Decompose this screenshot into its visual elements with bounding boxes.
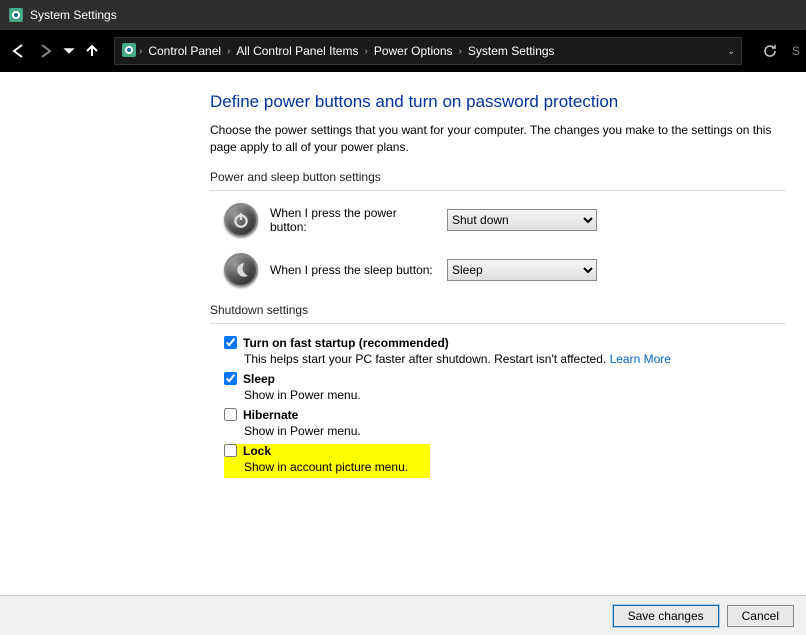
- hibernate-checkbox[interactable]: [224, 408, 237, 421]
- address-history-dropdown[interactable]: ⌄: [727, 46, 735, 57]
- section-shutdown-title: Shutdown settings: [210, 303, 786, 317]
- chevron-right-icon: ›: [364, 46, 367, 57]
- back-button[interactable]: [6, 39, 30, 63]
- fast-startup-label: Turn on fast startup (recommended): [243, 336, 449, 350]
- chevron-right-icon: ›: [459, 46, 462, 57]
- hibernate-row: Hibernate Show in Power menu.: [224, 408, 786, 440]
- sleep-button-label: When I press the sleep button:: [270, 263, 435, 277]
- sleep-button-row: When I press the sleep button: Sleep: [224, 253, 786, 287]
- fast-startup-row: Turn on fast startup (recommended) This …: [224, 336, 786, 368]
- sleep-row: Sleep Show in Power menu.: [224, 372, 786, 404]
- sleep-sub: Show in Power menu.: [244, 386, 786, 404]
- cancel-button[interactable]: Cancel: [727, 605, 794, 627]
- titlebar: System Settings: [0, 0, 806, 30]
- lock-sub: Show in account picture menu.: [244, 458, 408, 476]
- lock-checkbox[interactable]: [224, 444, 237, 457]
- address-bar[interactable]: › Control Panel › All Control Panel Item…: [114, 37, 742, 65]
- hibernate-label: Hibernate: [243, 408, 298, 422]
- sleep-label: Sleep: [243, 372, 275, 386]
- fast-startup-checkbox[interactable]: [224, 336, 237, 349]
- save-button[interactable]: Save changes: [613, 605, 719, 627]
- power-icon: [224, 203, 258, 237]
- chevron-right-icon: ›: [227, 46, 230, 57]
- address-icon: [121, 42, 137, 61]
- sleep-icon: [224, 253, 258, 287]
- learn-more-link[interactable]: Learn More: [610, 352, 671, 366]
- window-title: System Settings: [30, 8, 117, 22]
- hibernate-sub: Show in Power menu.: [244, 422, 786, 440]
- section-power-sleep-title: Power and sleep button settings: [210, 170, 786, 184]
- refresh-button[interactable]: [758, 39, 782, 63]
- divider: [210, 190, 786, 191]
- chevron-right-icon: ›: [139, 46, 142, 57]
- page-heading: Define power buttons and turn on passwor…: [210, 92, 786, 112]
- navbar: › Control Panel › All Control Panel Item…: [0, 30, 806, 72]
- sleep-checkbox[interactable]: [224, 372, 237, 385]
- breadcrumb-item[interactable]: System Settings: [464, 44, 559, 58]
- recent-dropdown[interactable]: [62, 39, 76, 63]
- power-button-row: When I press the power button: Shut down: [224, 203, 786, 237]
- app-icon: [8, 7, 24, 23]
- lock-row: Lock Show in account picture menu.: [224, 444, 786, 478]
- power-button-label: When I press the power button:: [270, 206, 435, 234]
- page-description: Choose the power settings that you want …: [210, 122, 786, 156]
- search-label: S: [792, 44, 800, 58]
- lock-label: Lock: [243, 444, 271, 458]
- sleep-button-select[interactable]: Sleep: [447, 259, 597, 281]
- up-button[interactable]: [80, 39, 104, 63]
- divider: [210, 323, 786, 324]
- main-panel: Define power buttons and turn on passwor…: [210, 72, 786, 478]
- buttons-bar: Save changes Cancel: [0, 595, 806, 635]
- power-button-select[interactable]: Shut down: [447, 209, 597, 231]
- breadcrumb-item[interactable]: Control Panel: [144, 44, 225, 58]
- breadcrumb-item[interactable]: All Control Panel Items: [232, 44, 362, 58]
- fast-startup-sub: This helps start your PC faster after sh…: [244, 352, 610, 366]
- breadcrumb-item[interactable]: Power Options: [370, 44, 457, 58]
- forward-button[interactable]: [34, 39, 58, 63]
